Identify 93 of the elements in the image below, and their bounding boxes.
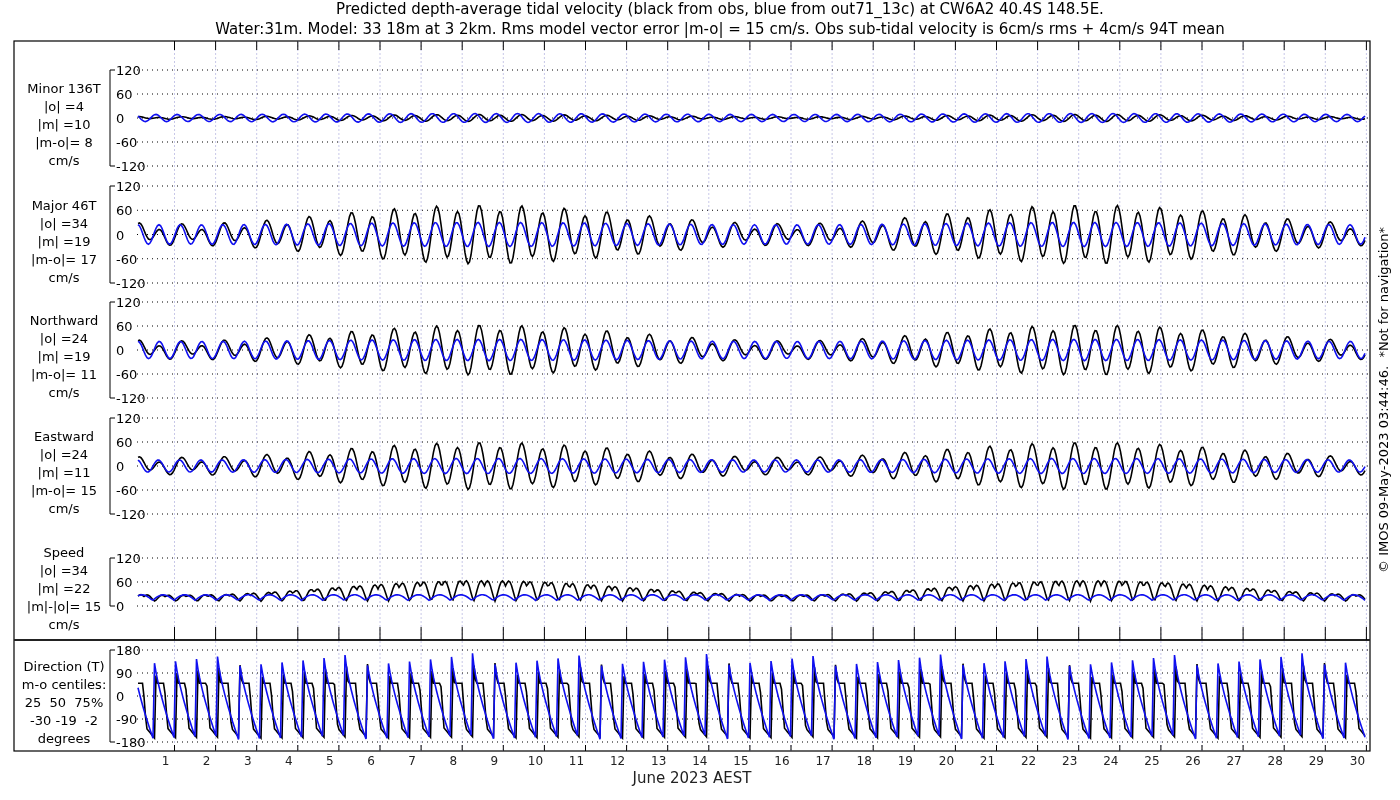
x-tick-label: 28 (1267, 754, 1283, 768)
x-tick-label: 6 (367, 754, 375, 768)
footer-note: © IMOS 09-May-2023 03:44:46. *Not for navigation* (1376, 227, 1391, 573)
panel-label: |m-o|= 17 (31, 251, 97, 267)
panel-label: |m| =11 (37, 465, 91, 480)
panel-label: Direction (T) (23, 659, 105, 674)
x-tick-label: 1 (161, 754, 170, 768)
x-tick-label: 2 (202, 754, 211, 768)
panel-label: |m|-|o|= 15 (26, 599, 102, 614)
panel-label: 25 50 75% (24, 695, 104, 710)
x-tick-label: 20 (938, 754, 955, 768)
y-tick-label: -90 (116, 712, 138, 727)
y-tick-label: 0 (116, 689, 125, 704)
panel-label: |m-o|= 11 (31, 367, 97, 382)
chart-title: Predicted depth-average tidal velocity (black from obs, blue from out71_13c) at CW6A2 40.4S 148.5E. (336, 0, 1104, 18)
x-tick-label: 13 (651, 754, 667, 768)
panel-label: Speed (43, 545, 85, 560)
panel-label: |m| =19 (37, 233, 91, 249)
x-tick-label: 27 (1226, 754, 1242, 768)
y-tick-label: 120 (116, 179, 141, 194)
x-tick-label: 8 (449, 754, 457, 768)
y-tick-label: 60 (116, 575, 133, 590)
y-tick-label: -180 (116, 735, 146, 750)
y-tick-label: 0 (116, 599, 125, 614)
panel-label: cm/s (48, 501, 80, 516)
y-tick-label: 0 (116, 343, 125, 358)
x-tick-label: 15 (733, 754, 749, 768)
panel-label: |o| =34 (39, 215, 89, 231)
panel-label: degrees (37, 731, 91, 746)
panel-label: cm/s (48, 153, 80, 168)
panel-label: Minor 136T (27, 81, 101, 96)
panel-label: Northward (29, 313, 99, 328)
x-axis-label: June 2023 AEST (632, 769, 752, 787)
x-tick-label: 16 (774, 754, 790, 768)
y-tick-label: -120 (116, 159, 146, 174)
x-tick-label: 10 (527, 754, 544, 768)
panel-label: m-o centiles: (21, 677, 107, 692)
y-tick-label: -120 (116, 276, 146, 291)
x-tick-label: 3 (243, 754, 252, 768)
y-tick-label: -60 (116, 135, 138, 150)
x-tick-label: 30 (1349, 754, 1366, 768)
x-tick-label: 9 (490, 754, 499, 768)
y-tick-label: -60 (116, 251, 138, 267)
x-tick-label: 22 (1020, 754, 1037, 768)
x-tick-label: 4 (285, 754, 293, 768)
x-tick-label: 26 (1185, 754, 1201, 768)
x-tick-label: 23 (1062, 754, 1078, 768)
panel-label: |o| =24 (39, 447, 89, 462)
panel-label: |m| =22 (37, 581, 91, 596)
y-tick-label: -60 (116, 483, 138, 498)
y-tick-label: 180 (116, 643, 141, 658)
y-tick-label: 60 (116, 319, 133, 334)
y-axis (109, 557, 116, 607)
panel-label: Major 46T (31, 197, 97, 213)
x-tick-label: 11 (568, 754, 585, 768)
panel-label: |m-o|= 8 (35, 135, 93, 150)
y-tick-label: -60 (116, 367, 138, 382)
x-tick-label: 21 (979, 754, 996, 768)
panel-label: |m-o|= 15 (31, 483, 97, 498)
panel-label: |o| =4 (44, 99, 84, 114)
panel-label: cm/s (48, 617, 80, 632)
x-tick-label: 25 (1144, 754, 1160, 768)
panel-label: Eastward (34, 429, 94, 444)
y-tick-label: 60 (116, 87, 133, 102)
y-tick-label: 60 (116, 203, 133, 219)
x-tick-label: 18 (856, 754, 872, 768)
panel-label: |m| =19 (37, 349, 91, 364)
x-tick-label: 24 (1103, 754, 1119, 768)
x-tick-label: 14 (692, 754, 708, 768)
panel-label: |o| =24 (39, 331, 89, 346)
y-tick-label: 60 (116, 435, 133, 450)
panel-label: cm/s (48, 385, 80, 400)
y-tick-label: 120 (116, 551, 141, 566)
y-tick-label: -120 (116, 507, 146, 522)
y-tick-label: -120 (116, 391, 146, 406)
panel-label: cm/s (48, 269, 80, 285)
x-tick-label: 17 (815, 754, 831, 768)
x-tick-label: 29 (1308, 754, 1324, 768)
y-tick-label: 120 (116, 295, 141, 310)
y-tick-label: 0 (116, 227, 125, 243)
y-tick-label: 120 (116, 63, 141, 78)
chart-title: Water:31m. Model: 33 18m at 3 2km. Rms model vector error |m-o| = 15 cm/s. Obs sub-tidal velocity is 6cm/s rms + 4cm/s 94T mean (215, 20, 1225, 38)
panel-label: -30 -19 -2 (30, 713, 98, 728)
y-tick-label: 90 (116, 666, 133, 681)
y-tick-label: 120 (116, 411, 141, 426)
x-tick-label: 19 (897, 754, 913, 768)
y-tick-label: 0 (116, 111, 125, 126)
x-tick-label: 12 (609, 754, 626, 768)
panel-label: |o| =34 (39, 563, 89, 578)
x-tick-label: 5 (326, 754, 334, 768)
y-tick-label: 0 (116, 459, 125, 474)
x-tick-label: 7 (408, 754, 416, 768)
panel-label: |m| =10 (37, 117, 91, 132)
